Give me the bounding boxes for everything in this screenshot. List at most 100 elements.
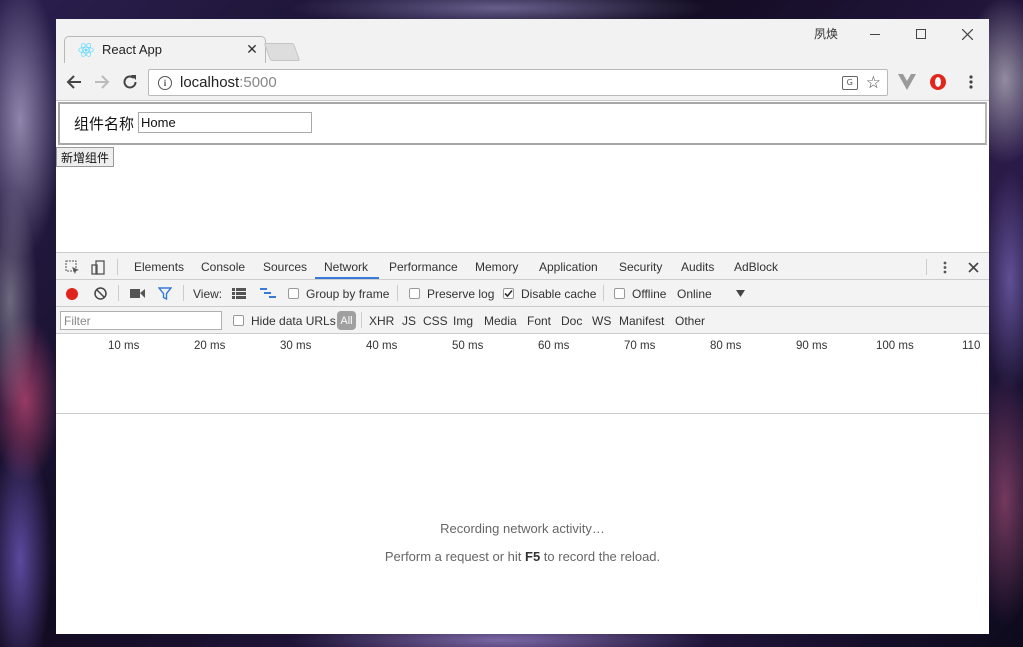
throttling-select[interactable]: Online bbox=[677, 287, 712, 301]
inspect-element-icon[interactable] bbox=[64, 259, 80, 275]
preserve-log-checkbox[interactable] bbox=[409, 288, 420, 299]
tab-performance[interactable]: Performance bbox=[389, 260, 458, 274]
filter-font[interactable]: Font bbox=[527, 314, 551, 328]
tab-adblock[interactable]: AdBlock bbox=[734, 260, 778, 274]
timeline-tick: 10 ms bbox=[108, 340, 140, 352]
large-rows-view-button[interactable] bbox=[231, 286, 247, 301]
tab-security[interactable]: Security bbox=[619, 260, 662, 274]
reload-icon bbox=[123, 75, 137, 89]
timeline-tick: 20 ms bbox=[194, 340, 226, 352]
devtools-menu-icon[interactable] bbox=[938, 259, 952, 275]
preserve-log-label: Preserve log bbox=[427, 287, 495, 301]
tab-audits[interactable]: Audits bbox=[681, 260, 714, 274]
clear-icon bbox=[94, 287, 107, 300]
tab-memory[interactable]: Memory bbox=[475, 260, 518, 274]
tab-strip: React App ✕ 夙焕 bbox=[56, 19, 989, 63]
tab-console[interactable]: Console bbox=[201, 260, 245, 274]
close-icon bbox=[961, 28, 973, 40]
filter-funnel-icon bbox=[158, 287, 172, 300]
tab-title: React App bbox=[102, 42, 162, 57]
adblock-extension-icon[interactable] bbox=[927, 71, 949, 93]
group-by-frame-label: Group by frame bbox=[306, 287, 390, 301]
back-arrow-icon bbox=[66, 75, 81, 89]
window-user-name[interactable]: 夙焕 bbox=[814, 25, 838, 42]
record-button[interactable] bbox=[64, 286, 79, 301]
browser-menu-icon[interactable] bbox=[960, 71, 982, 93]
reload-button[interactable] bbox=[119, 71, 141, 93]
checkmark-icon bbox=[504, 289, 513, 298]
component-row: 组件名称 bbox=[58, 102, 987, 145]
offline-label: Offline bbox=[632, 287, 667, 301]
view-label: View: bbox=[193, 287, 223, 301]
group-by-frame-checkbox[interactable] bbox=[288, 288, 299, 299]
url-host: localhost bbox=[180, 74, 240, 91]
clear-button[interactable] bbox=[93, 286, 108, 301]
offline-checkbox[interactable] bbox=[614, 288, 625, 299]
device-toolbar-icon[interactable] bbox=[90, 259, 106, 275]
forward-arrow-icon bbox=[95, 75, 110, 89]
filter-media[interactable]: Media bbox=[484, 314, 517, 328]
new-tab-button[interactable] bbox=[263, 43, 301, 61]
devtools-tabbar: Elements Console Sources Network Perform… bbox=[56, 253, 989, 280]
maximize-icon bbox=[916, 29, 926, 39]
timeline-tick: 100 ms bbox=[876, 340, 914, 352]
network-filter-bar: Hide data URLs All XHR JS CSS Img Media … bbox=[56, 307, 989, 334]
bookmark-star-icon[interactable]: ☆ bbox=[866, 73, 881, 93]
tab-application[interactable]: Application bbox=[539, 260, 598, 274]
filter-all[interactable]: All bbox=[337, 311, 356, 330]
timeline-tick: 70 ms bbox=[624, 340, 656, 352]
minimize-button[interactable] bbox=[852, 21, 898, 47]
waterfall-view-button[interactable] bbox=[259, 286, 277, 301]
separator bbox=[117, 259, 118, 275]
filter-other[interactable]: Other bbox=[675, 314, 705, 328]
hide-data-urls-checkbox[interactable] bbox=[233, 315, 244, 326]
info-icon[interactable]: i bbox=[158, 75, 172, 90]
filter-xhr[interactable]: XHR bbox=[369, 314, 394, 328]
translate-icon[interactable]: G bbox=[841, 75, 858, 90]
filter-toggle-button[interactable] bbox=[157, 286, 173, 301]
close-window-button[interactable] bbox=[944, 21, 989, 47]
capture-screenshots-button[interactable] bbox=[129, 286, 145, 301]
maximize-button[interactable] bbox=[898, 21, 944, 47]
reload-hint: Perform a request or hit F5 to record th… bbox=[56, 549, 989, 564]
filter-doc[interactable]: Doc bbox=[561, 314, 582, 328]
tab-network[interactable]: Network bbox=[324, 260, 368, 274]
filter-css[interactable]: CSS bbox=[423, 314, 448, 328]
component-name-label: 组件名称 bbox=[74, 115, 135, 133]
recording-message: Recording network activity… bbox=[440, 521, 605, 536]
separator bbox=[603, 285, 604, 301]
tab-close-icon[interactable]: ✕ bbox=[242, 42, 262, 58]
vue-devtools-extension-icon[interactable] bbox=[896, 71, 918, 93]
disable-cache-checkbox[interactable] bbox=[503, 288, 514, 299]
video-camera-icon bbox=[129, 289, 145, 298]
filter-manifest[interactable]: Manifest bbox=[619, 314, 664, 328]
network-overview-timeline[interactable]: 10 ms 20 ms 30 ms 40 ms 50 ms 60 ms 70 m… bbox=[56, 334, 989, 414]
browser-tab-content: React App ✕ bbox=[64, 36, 266, 63]
tab-elements[interactable]: Elements bbox=[134, 260, 184, 274]
separator bbox=[926, 259, 927, 275]
reload-hint-suffix: to record the reload. bbox=[540, 549, 661, 564]
devtools-panel: Elements Console Sources Network Perform… bbox=[56, 252, 989, 634]
filter-js[interactable]: JS bbox=[402, 314, 416, 328]
reload-hint-prefix: Perform a request or hit bbox=[384, 549, 526, 564]
add-component-button[interactable]: 新增组件 bbox=[56, 147, 115, 167]
separator bbox=[118, 285, 119, 301]
timeline-tick: 50 ms bbox=[452, 340, 484, 352]
page-content: 组件名称 新增组件 bbox=[56, 101, 989, 252]
component-name-input[interactable] bbox=[138, 112, 312, 133]
filter-input[interactable] bbox=[60, 311, 222, 330]
timeline-tick: 60 ms bbox=[538, 340, 570, 352]
devtools-close-icon[interactable] bbox=[965, 259, 981, 275]
back-button[interactable] bbox=[63, 71, 85, 93]
tab-sources[interactable]: Sources bbox=[263, 260, 307, 274]
timeline-tick: 90 ms bbox=[796, 340, 828, 352]
disable-cache-label: Disable cache bbox=[521, 287, 597, 301]
hide-data-urls-label: Hide data URLs bbox=[251, 314, 336, 328]
forward-button[interactable] bbox=[91, 71, 113, 93]
address-bar[interactable]: i localhost :5000 G ☆ bbox=[148, 69, 888, 96]
throttle-dropdown-arrow-icon[interactable] bbox=[735, 288, 745, 298]
filter-img[interactable]: Img bbox=[453, 314, 473, 328]
filter-ws[interactable]: WS bbox=[592, 314, 611, 328]
reload-hint-key: F5 bbox=[525, 549, 541, 564]
timeline-tick: 40 ms bbox=[366, 340, 398, 352]
